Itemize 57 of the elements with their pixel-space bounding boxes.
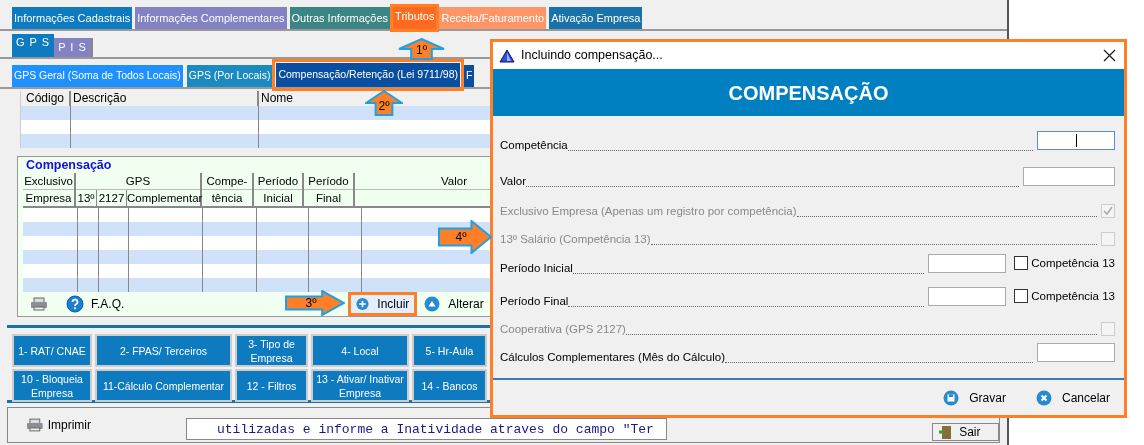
- tab[interactable]: Tributos: [393, 7, 437, 29]
- column-header: Compe-: [202, 173, 252, 190]
- window-title: Incluindo compensação...: [521, 47, 664, 65]
- column-header: 2127: [97, 190, 127, 207]
- exit-button[interactable]: Sair: [932, 423, 999, 441]
- column-header: Período: [254, 173, 302, 190]
- tab[interactable]: Informações Cadastrais: [12, 7, 133, 29]
- tab[interactable]: P I S: [54, 38, 93, 57]
- tab[interactable]: Outras Informações: [289, 7, 391, 29]
- tab[interactable]: Informações Complementares: [135, 7, 287, 29]
- tab[interactable]: G P S: [12, 34, 55, 57]
- tab[interactable]: GPS (Por Locais): [186, 65, 273, 87]
- toolbar-button[interactable]: Incluir: [348, 292, 418, 316]
- function-button[interactable]: 12 - Filtros: [235, 369, 308, 402]
- function-button[interactable]: 13 - Ativar/ Inativar Empresa: [311, 369, 409, 402]
- field-label: Exclusivo Empresa (Apenas um registro por competência): [500, 205, 797, 218]
- column-header: Complementar: [127, 191, 200, 206]
- field-label: Valor: [500, 175, 526, 188]
- function-button[interactable]: 3- Tipo de Empresa: [235, 334, 308, 367]
- step-callout: 3º: [285, 290, 345, 316]
- column-header: Empresa: [24, 191, 73, 206]
- field-label: Período Final: [500, 295, 569, 308]
- column-header: GPS: [76, 173, 200, 190]
- field-label: Período Inicial: [500, 262, 573, 275]
- step-callout: 4º: [438, 220, 492, 254]
- function-button[interactable]: 10 - Bloqueia Empresa: [12, 369, 92, 402]
- tab[interactable]: GPS Geral (Soma de Todos Locais): [12, 65, 183, 87]
- column-header: tência: [210, 191, 244, 206]
- tab[interactable]: F: [464, 65, 475, 87]
- function-button[interactable]: 5- Hr-Aula: [412, 334, 487, 367]
- function-button[interactable]: 1- RAT/ CNAE: [12, 334, 92, 367]
- tab[interactable]: Ativação Empresa: [549, 7, 643, 29]
- field-label: Competência: [500, 139, 568, 152]
- column-header: Final: [315, 191, 342, 206]
- dialog-button[interactable]: Gravar: [943, 388, 1006, 407]
- step-callout: 1º: [398, 38, 445, 60]
- faq-link[interactable]: F.A.Q.: [91, 295, 125, 313]
- field-label: Cálculos Complementares (Mês do Cálculo): [500, 351, 725, 364]
- function-button[interactable]: 2- FPAS/ Terceiros: [95, 334, 232, 367]
- dialog-button[interactable]: Cancelar: [1035, 388, 1110, 407]
- function-button[interactable]: 14 - Bancos: [412, 369, 487, 402]
- column-header: Exclusivo: [23, 173, 74, 190]
- checkbox-label: Competência 13: [1031, 288, 1115, 304]
- message-field: utilizadas e informe a Inatividade atraves do campo "Ter: [186, 418, 668, 440]
- toolbar-button[interactable]: Alterar: [419, 292, 489, 316]
- function-button[interactable]: 4- Local: [311, 334, 409, 367]
- dialog-header: COMPENSAÇÃO: [493, 69, 1124, 116]
- step-callout: 2º: [365, 90, 403, 116]
- field-label: Cooperativa (GPS 2127): [500, 323, 626, 336]
- column-header: 13º: [76, 190, 97, 207]
- column-header: Inicial: [262, 191, 294, 206]
- checkbox-label: Competência 13: [1031, 255, 1115, 271]
- print-button[interactable]: Imprimir: [47, 416, 91, 434]
- field-label: 13º Salário (Competência 13): [500, 233, 651, 246]
- column-header: Período: [304, 173, 353, 190]
- group-title: Compensação: [25, 157, 113, 173]
- function-button[interactable]: 11-Cálculo Complementar: [95, 369, 232, 402]
